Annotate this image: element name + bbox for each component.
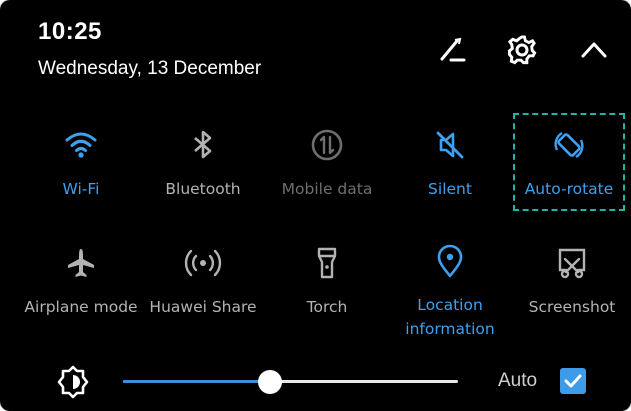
mobile-data-icon (305, 123, 349, 167)
tile-huawei-share[interactable]: Huawei Share (142, 241, 264, 341)
huawei-share-icon (181, 241, 225, 285)
auto-brightness-label: Auto (498, 370, 538, 391)
tile-label: Silent (428, 180, 472, 198)
tile-bluetooth[interactable]: Bluetooth (142, 123, 264, 223)
slider-thumb[interactable] (258, 370, 282, 394)
tile-silent[interactable]: Silent (389, 123, 511, 223)
tile-label: Auto-rotate (524, 180, 614, 198)
tile-label-line1: Location (417, 296, 483, 314)
collapse-icon[interactable] (574, 30, 614, 70)
auto-rotate-icon (547, 123, 591, 167)
edit-icon[interactable] (432, 30, 472, 70)
checkmark-icon (564, 374, 582, 388)
slider-fill (123, 380, 270, 383)
tile-label: Torch (306, 298, 348, 316)
tile-screenshot[interactable]: Screenshot (511, 241, 631, 341)
bluetooth-icon (181, 123, 225, 167)
tile-auto-rotate[interactable]: Auto-rotate (508, 123, 630, 223)
quick-settings-panel: 10:25 Wednesday, 13 December Wi-Fi Bluet… (0, 0, 631, 411)
silent-icon (428, 123, 472, 167)
tile-label: Huawei Share (149, 298, 257, 316)
tile-label-line2: information (405, 320, 495, 338)
tile-label: Screenshot (528, 298, 616, 316)
brightness-icon (53, 362, 93, 402)
screenshot-icon (550, 241, 594, 285)
tile-label: Mobile data (281, 180, 373, 198)
tile-airplane-mode[interactable]: Airplane mode (20, 241, 142, 341)
tile-location-information[interactable]: Location information (389, 241, 511, 341)
tile-label: Airplane mode (24, 298, 138, 316)
clock-time: 10:25 (38, 18, 102, 45)
clock-date: Wednesday, 13 December (38, 58, 262, 79)
auto-brightness-checkbox[interactable] (560, 368, 586, 394)
brightness-slider[interactable] (123, 369, 458, 395)
tile-wifi[interactable]: Wi-Fi (20, 123, 142, 223)
settings-icon[interactable] (502, 30, 542, 70)
wifi-icon (59, 123, 103, 167)
torch-icon (305, 241, 349, 285)
tile-label: Bluetooth (165, 180, 241, 198)
tile-mobile-data[interactable]: Mobile data (266, 123, 388, 223)
airplane-icon (59, 241, 103, 285)
tile-torch[interactable]: Torch (266, 241, 388, 341)
location-icon (428, 241, 472, 283)
tile-label: Wi-Fi (62, 180, 100, 198)
